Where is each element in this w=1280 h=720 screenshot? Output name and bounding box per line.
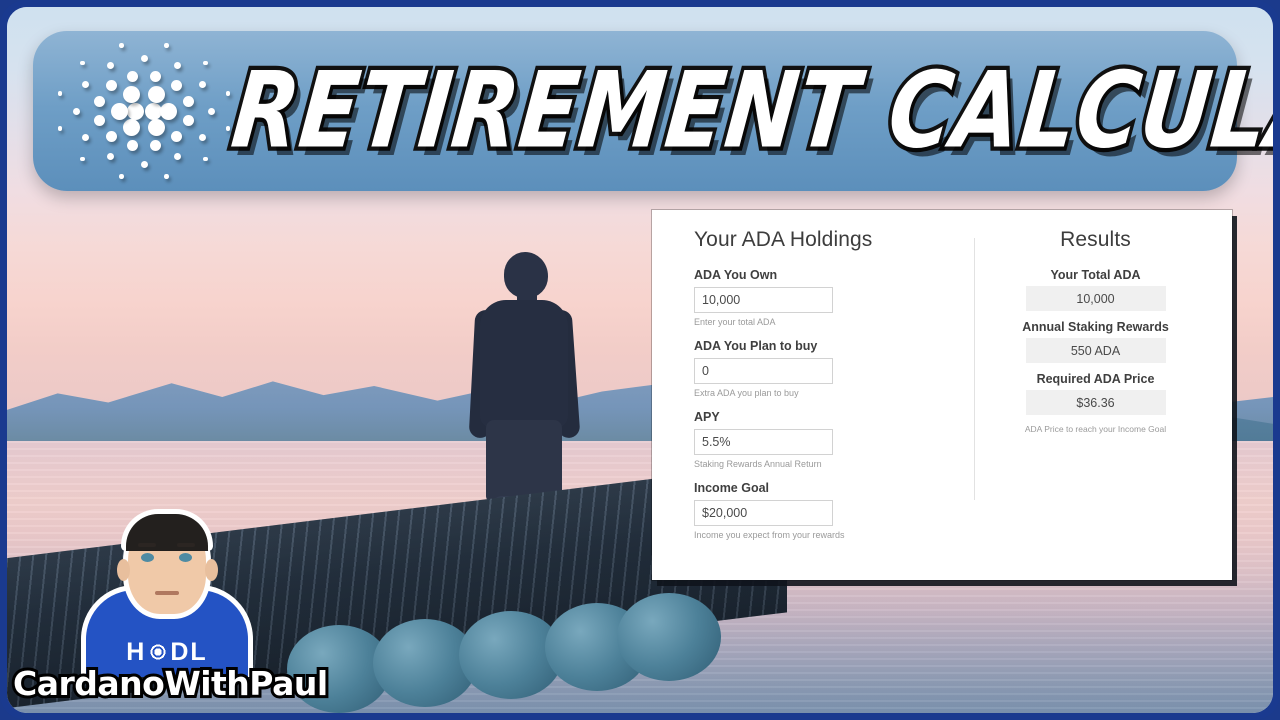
- holdings-column: Your ADA Holdings ADA You Own 10,000 Ent…: [674, 228, 974, 570]
- avatar-shirt-text: H DL: [86, 638, 248, 667]
- youtube-thumbnail: RETIREMENT CALCULATOR Your ADA Holdings …: [0, 0, 1280, 720]
- avatar-eyebrow: [138, 543, 156, 547]
- avatar-eye: [179, 553, 192, 562]
- thumbnail-inner-frame: RETIREMENT CALCULATOR Your ADA Holdings …: [7, 7, 1273, 713]
- field-label: ADA You Plan to buy: [694, 339, 818, 353]
- field-help: Staking Rewards Annual Return: [694, 459, 822, 469]
- income-goal-input[interactable]: $20,000: [694, 500, 833, 526]
- your-total-ada-value: 10,000: [1025, 286, 1166, 311]
- cardano-logo-icon: [55, 41, 233, 181]
- apy-input[interactable]: 5.5%: [694, 429, 833, 455]
- result-required-ada-price: Required ADA Price $36.36: [981, 372, 1210, 415]
- field-label: APY: [694, 410, 720, 424]
- man-torso: [480, 300, 568, 428]
- field-help: Enter your total ADA: [694, 317, 776, 327]
- title-banner: RETIREMENT CALCULATOR: [33, 31, 1273, 191]
- channel-watermark: H DL CardanoWithPaul: [10, 499, 331, 711]
- annual-staking-rewards-value: 550 ADA: [1025, 338, 1166, 363]
- field-ada-you-own: ADA You Own 10,000 Enter your total ADA: [694, 268, 974, 327]
- result-annual-staking-rewards: Annual Staking Rewards 550 ADA: [981, 320, 1210, 363]
- field-ada-you-plan-to-buy: ADA You Plan to buy 0 Extra ADA you plan…: [694, 339, 974, 398]
- required-ada-price-value: $36.36: [1025, 390, 1166, 415]
- avatar: H DL: [81, 499, 253, 677]
- avatar-hair: [121, 509, 213, 551]
- field-apy: APY 5.5% Staking Rewards Annual Return: [694, 410, 974, 469]
- ada-you-plan-to-buy-input[interactable]: 0: [694, 358, 833, 384]
- avatar-ear: [205, 559, 218, 581]
- avatar-eyebrow: [177, 543, 195, 547]
- retirement-calculator-panel: Your ADA Holdings ADA You Own 10,000 Ent…: [652, 210, 1232, 580]
- banner-title: RETIREMENT CALCULATOR: [223, 46, 1273, 176]
- shirt-text-right: DL: [170, 638, 208, 666]
- result-label: Your Total ADA: [1050, 268, 1141, 282]
- results-heading: Results: [1060, 228, 1131, 251]
- avatar-eye: [141, 553, 154, 562]
- result-your-total-ada: Your Total ADA 10,000: [981, 268, 1210, 311]
- ada-you-own-input[interactable]: 10,000: [694, 287, 833, 313]
- field-help: Income you expect from your rewards: [694, 530, 845, 540]
- buoy: [617, 593, 721, 681]
- shirt-text-left: H: [126, 638, 147, 666]
- holdings-heading: Your ADA Holdings: [694, 228, 873, 251]
- results-column: Results Your Total ADA 10,000 Annual Sta…: [975, 228, 1210, 570]
- avatar-mouth: [155, 591, 179, 595]
- dock-buoys: [287, 593, 721, 713]
- cardano-logo-icon: [147, 641, 170, 663]
- field-income-goal: Income Goal $20,000 Income you expect fr…: [694, 481, 974, 540]
- result-label: Required ADA Price: [1036, 372, 1155, 386]
- man-shorts: [486, 420, 562, 502]
- channel-name: CardanoWithPaul: [10, 661, 331, 706]
- result-label: Annual Staking Rewards: [1022, 320, 1169, 334]
- results-help: ADA Price to reach your Income Goal: [1024, 424, 1167, 434]
- field-label: ADA You Own: [694, 268, 778, 282]
- field-help: Extra ADA you plan to buy: [694, 388, 799, 398]
- avatar-ear: [117, 559, 130, 581]
- field-label: Income Goal: [694, 481, 770, 495]
